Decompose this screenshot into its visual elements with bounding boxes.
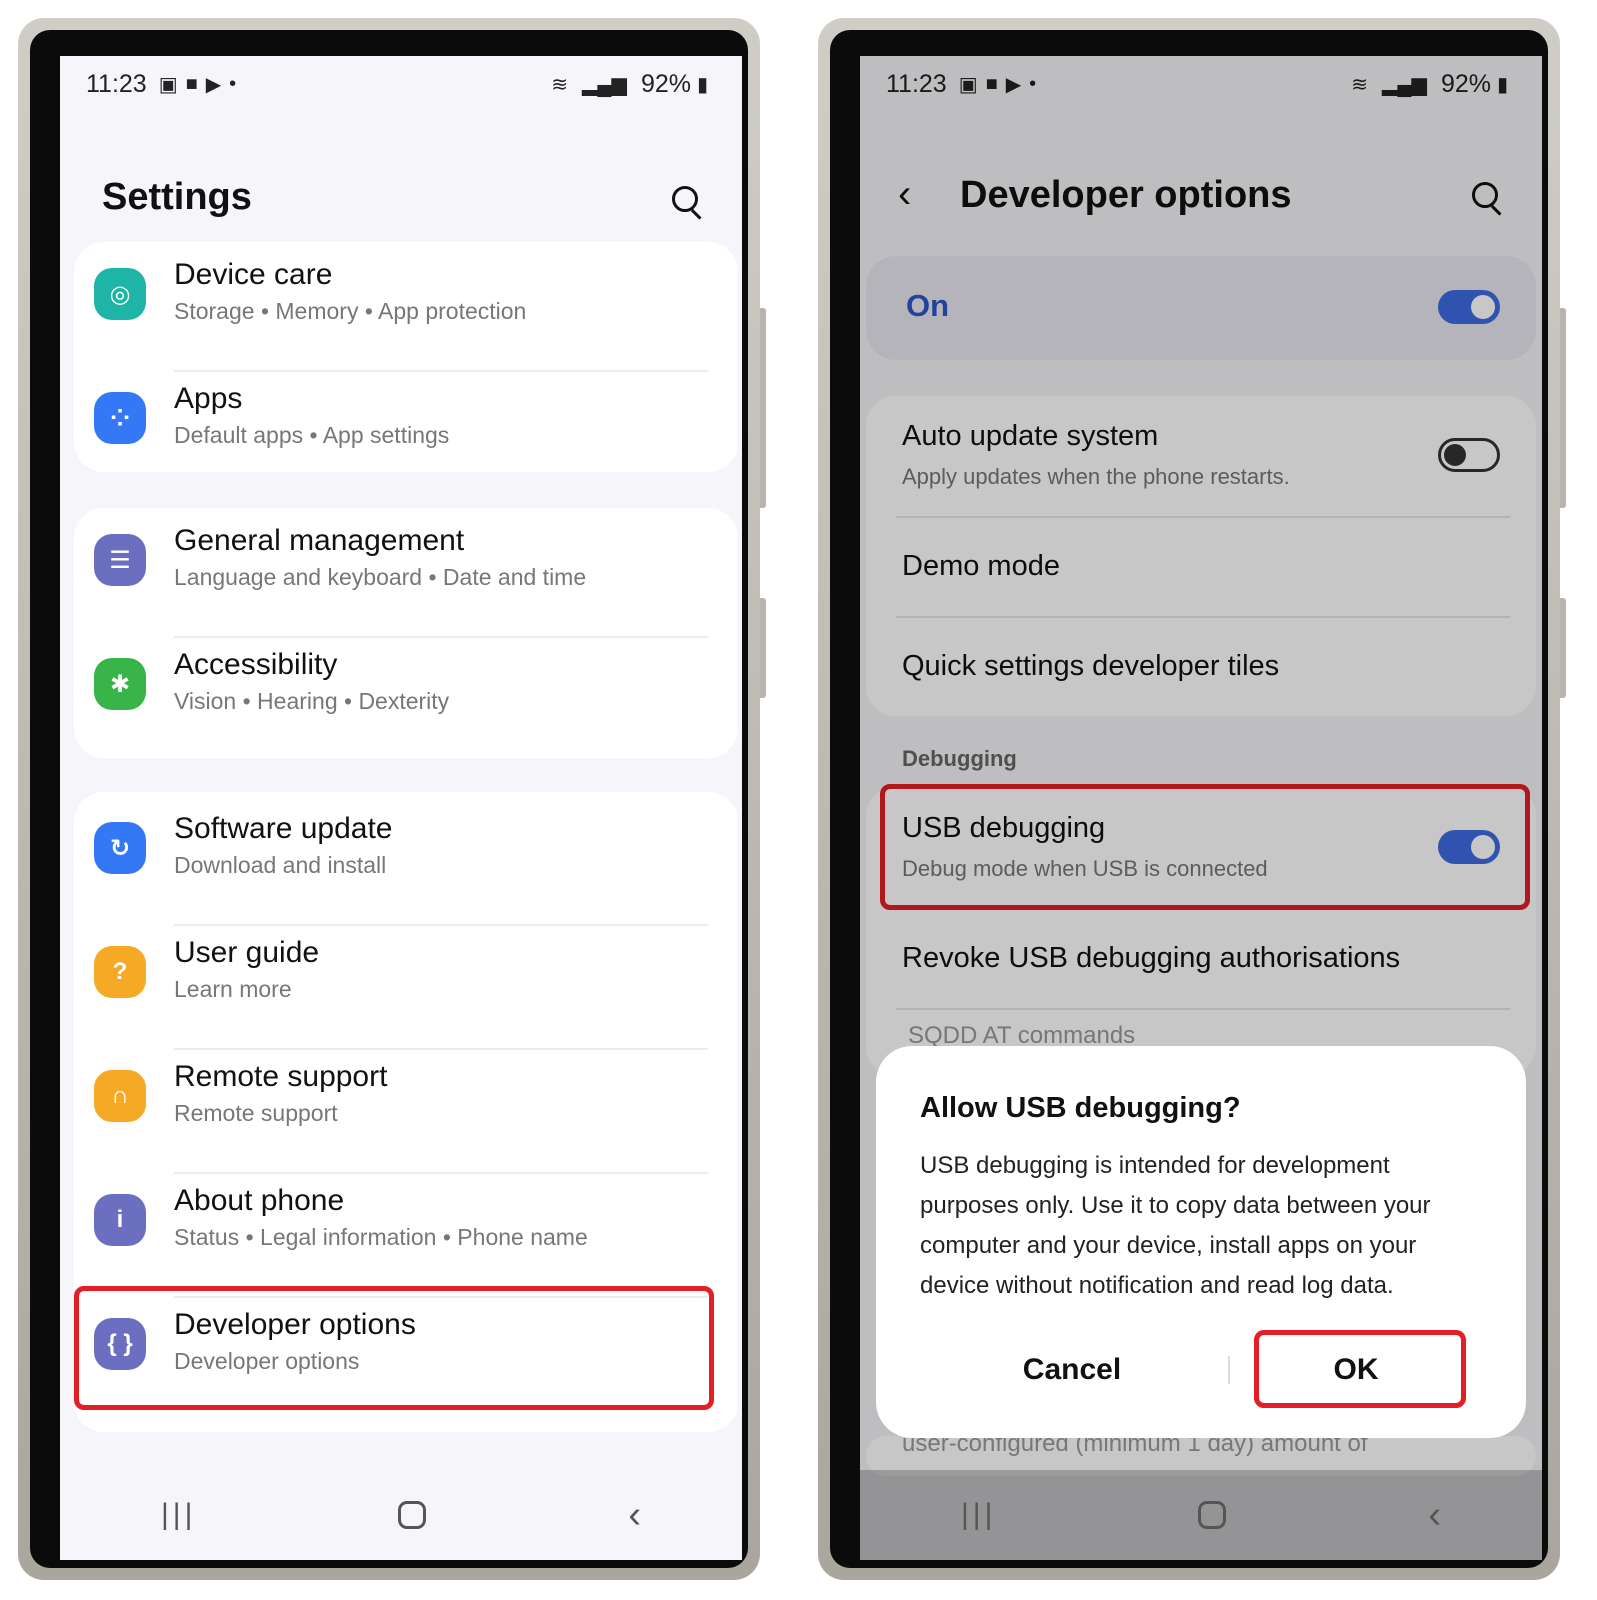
device-care-icon: ◎ <box>94 268 146 320</box>
wifi-icon: ≋ <box>551 73 568 96</box>
settings-item-accessibility[interactable]: ✱ Accessibility Vision • Hearing • Dexteri… <box>74 638 738 762</box>
settings-card-1: ◎ Device care Storage • Memory • App prote… <box>74 242 738 472</box>
settings-item-general-management[interactable]: ☰ General management Language and keyboard… <box>74 514 738 638</box>
settings-item-device-care[interactable]: ◎ Device care Storage • Memory • App prote… <box>74 248 738 372</box>
bezel: 11:23 ▣ ■ ▶ • ≋ ▂▄▆ 92% ▮ Settings ◎ Devi… <box>30 30 748 1568</box>
settings-item-title: Accessibility <box>174 648 338 681</box>
settings-item-title: About phone <box>174 1184 345 1217</box>
power-button <box>1560 598 1566 698</box>
user-guide-icon: ? <box>94 946 146 998</box>
back-icon[interactable]: ‹ <box>1428 1494 1441 1537</box>
bezel: 11:23 ▣ ■ ▶ • ≋ ▂▄▆ 92% ▮ ‹ Developer op… <box>830 30 1548 1568</box>
status-bar: 11:23 ▣ ■ ▶ • ≋ ▂▄▆ 92% ▮ <box>60 56 742 112</box>
software-update-icon: ↻ <box>94 822 146 874</box>
play-notification-icon: ▶ <box>205 73 222 96</box>
navigation-bar: ||| ‹ <box>860 1470 1542 1560</box>
accessibility-icon: ✱ <box>94 658 146 710</box>
sliders-icon: ☰ <box>94 534 146 586</box>
settings-screen: 11:23 ▣ ■ ▶ • ≋ ▂▄▆ 92% ▮ Settings ◎ Devi… <box>60 56 742 1560</box>
search-icon[interactable] <box>670 184 706 220</box>
shop-notification-icon: ■ <box>185 72 198 95</box>
volume-button <box>1560 308 1566 508</box>
phone-left: 11:23 ▣ ■ ▶ • ≋ ▂▄▆ 92% ▮ Settings ◎ Devi… <box>18 18 766 1580</box>
settings-item-subtitle: Storage • Memory • App protection <box>174 298 527 324</box>
developer-options-screen: 11:23 ▣ ■ ▶ • ≋ ▂▄▆ 92% ▮ ‹ Developer op… <box>860 56 1542 1560</box>
navigation-bar: ||| ‹ <box>60 1470 742 1560</box>
dialog-title: Allow USB debugging? <box>920 1092 1241 1124</box>
back-icon[interactable]: ‹ <box>628 1494 641 1537</box>
home-icon[interactable] <box>398 1501 427 1529</box>
cancel-button[interactable]: Cancel <box>972 1342 1172 1398</box>
phone-right: 11:23 ▣ ■ ▶ • ≋ ▂▄▆ 92% ▮ ‹ Developer op… <box>818 18 1566 1580</box>
button-separator <box>1228 1356 1230 1384</box>
gallery-notification-icon: ▣ <box>158 73 178 96</box>
settings-item-apps[interactable]: ⁘ Apps Default apps • App settings <box>74 372 738 496</box>
settings-item-about-phone[interactable]: i About phone Status • Legal information •… <box>74 1174 738 1298</box>
signal-icon: ▂▄▆ <box>582 73 627 96</box>
settings-item-title: Device care <box>174 258 333 291</box>
settings-item-subtitle: Remote support <box>174 1100 338 1126</box>
usb-debugging-dialog: Allow USB debugging? USB debugging is in… <box>876 1046 1526 1438</box>
settings-item-remote-support[interactable]: ∩ Remote support Remote support <box>74 1050 738 1174</box>
volume-button <box>760 308 766 508</box>
battery-percent: 92% <box>640 69 691 98</box>
settings-item-subtitle: Language and keyboard • Date and time <box>174 564 587 590</box>
settings-item-software-update[interactable]: ↻ Software update Download and install <box>74 802 738 926</box>
battery-icon: ▮ <box>696 73 708 96</box>
settings-item-title: General management <box>174 524 465 557</box>
settings-item-title: Software update <box>174 812 393 845</box>
settings-item-title: Remote support <box>174 1060 388 1093</box>
home-icon[interactable] <box>1198 1501 1227 1529</box>
settings-card-2: ☰ General management Language and keyboard… <box>74 508 738 758</box>
highlight-ok-button <box>1254 1330 1466 1408</box>
dialog-body: USB debugging is intended for developmen… <box>920 1152 1431 1299</box>
headset-icon: ∩ <box>94 1070 146 1122</box>
settings-item-title: User guide <box>174 936 320 969</box>
status-time: 11:23 <box>86 69 147 98</box>
settings-item-title: Apps <box>174 382 243 415</box>
settings-item-subtitle: Learn more <box>174 976 292 1002</box>
settings-item-subtitle: Status • Legal information • Phone name <box>174 1224 588 1250</box>
recents-icon[interactable]: ||| <box>961 1498 996 1532</box>
page-title: Settings <box>102 176 252 218</box>
settings-item-subtitle: Vision • Hearing • Dexterity <box>174 688 450 714</box>
settings-item-subtitle: Download and install <box>174 852 387 878</box>
apps-icon: ⁘ <box>94 392 146 444</box>
power-button <box>760 598 766 698</box>
highlight-developer-options <box>74 1286 714 1410</box>
more-notifications-icon: • <box>229 72 237 95</box>
info-icon: i <box>94 1194 146 1246</box>
settings-item-subtitle: Default apps • App settings <box>174 422 450 448</box>
recents-icon[interactable]: ||| <box>161 1498 196 1532</box>
settings-item-user-guide[interactable]: ? User guide Learn more <box>74 926 738 1050</box>
